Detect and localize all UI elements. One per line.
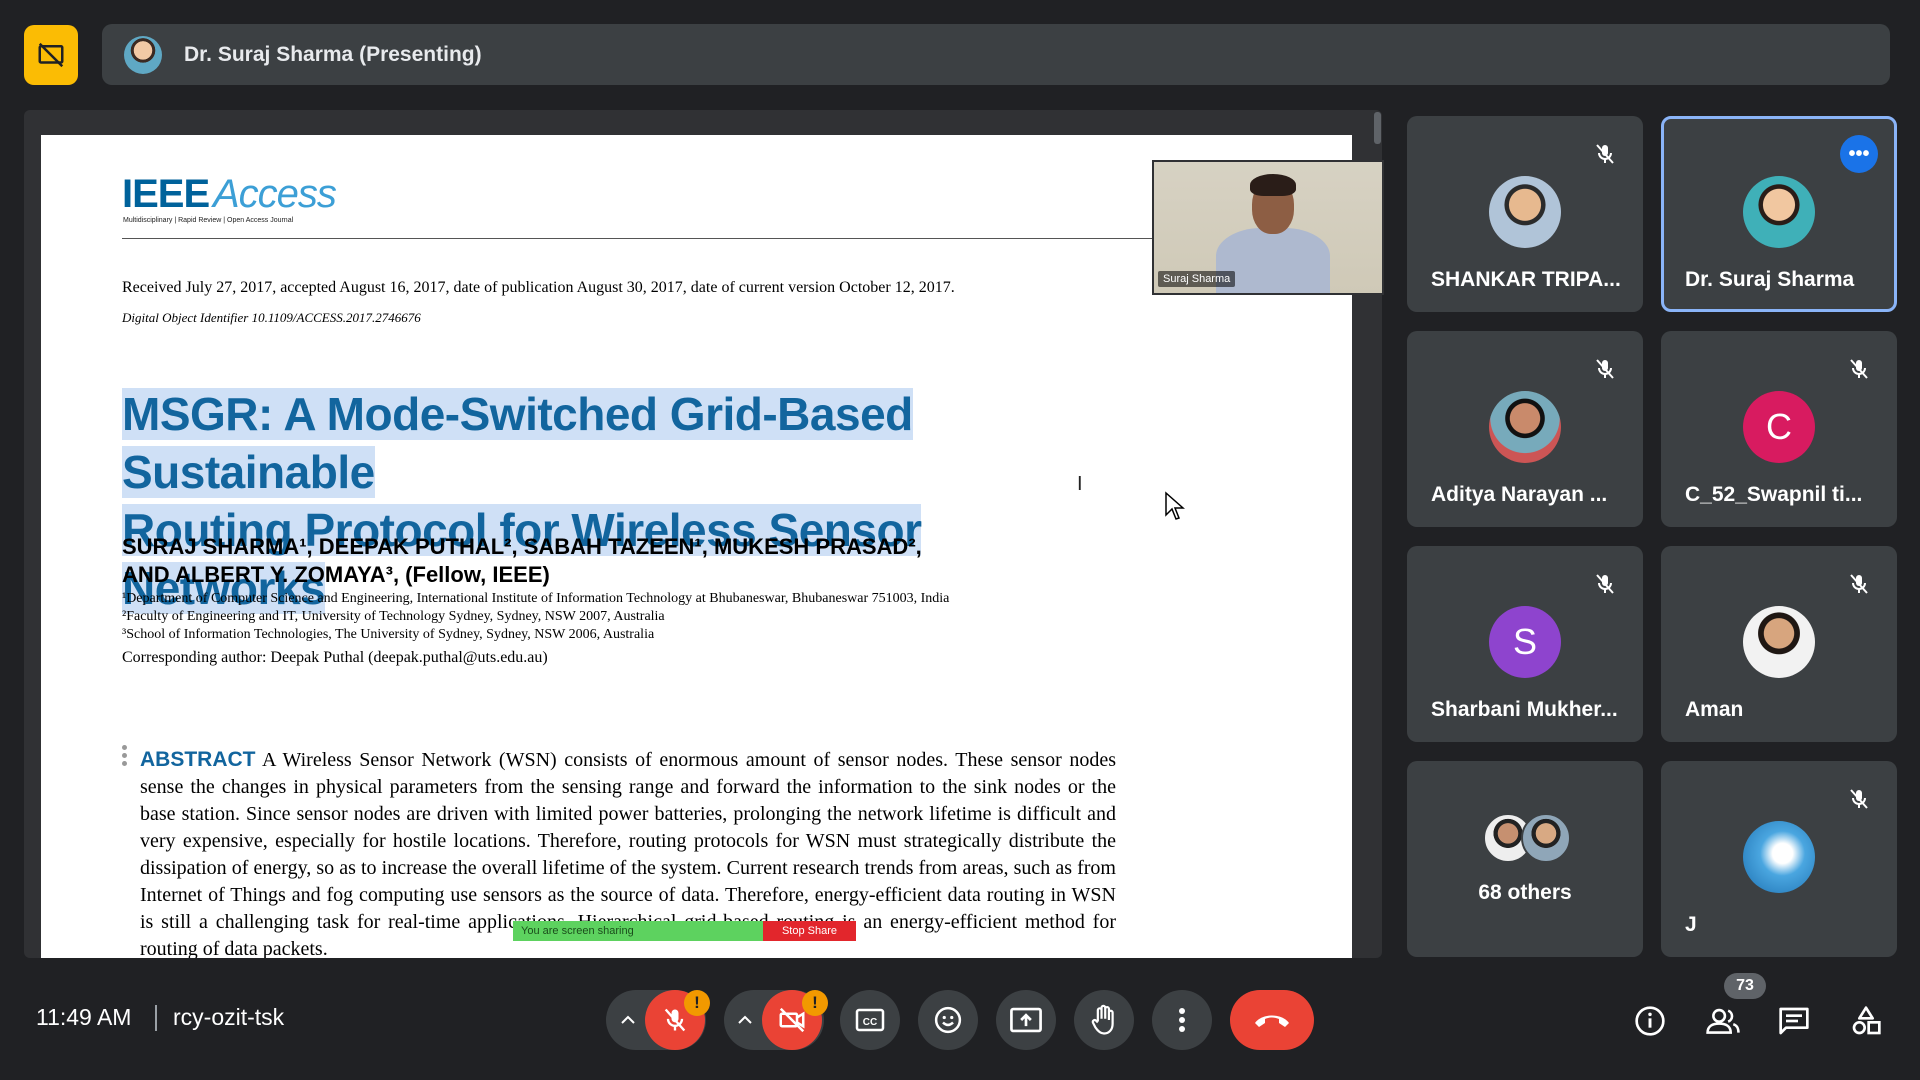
- received-dates: Received July 27, 2017, accepted August …: [122, 279, 955, 296]
- presentation-off-icon: [38, 42, 64, 68]
- divider: [155, 1005, 157, 1031]
- people-button[interactable]: [1702, 1000, 1744, 1042]
- present-screen-icon: [1010, 1007, 1042, 1033]
- divider: [122, 238, 1232, 239]
- title-line-1: MSGR: A Mode-Switched Grid-Based Sustain…: [122, 388, 913, 498]
- more-options-button[interactable]: •••: [1840, 135, 1878, 173]
- meeting-code: rcy-ozit-tsk: [173, 1004, 285, 1030]
- chevron-up-icon[interactable]: [735, 1010, 755, 1030]
- more-options-button[interactable]: [1152, 990, 1212, 1050]
- svg-text:CC: CC: [863, 1017, 877, 1028]
- participant-count-badge: 73: [1724, 973, 1766, 999]
- mic-warning-badge: !: [684, 990, 710, 1016]
- raise-hand-button[interactable]: [1074, 990, 1134, 1050]
- reactions-button[interactable]: [918, 990, 978, 1050]
- doi: Digital Object Identifier 10.1109/ACCESS…: [122, 310, 421, 325]
- screen-share-bar: You are screen sharing Stop Share: [513, 921, 856, 941]
- more-vert-icon: [1179, 1008, 1185, 1032]
- end-call-icon: [1255, 1015, 1289, 1027]
- authors-line-2: AND ALBERT Y. ZOMAYA³, (Fellow, IEEE): [122, 562, 550, 587]
- participant-tile[interactable]: ••• Dr. Suraj Sharma: [1661, 116, 1897, 312]
- participant-name: C_52_Swapnil ti...: [1685, 483, 1863, 506]
- mic-off-icon: [1850, 359, 1868, 379]
- meeting-details-button[interactable]: [1629, 1000, 1671, 1042]
- video-person-hair: [1250, 174, 1296, 196]
- stop-presenting-button[interactable]: [24, 25, 78, 85]
- avatar-initial: S: [1489, 606, 1561, 678]
- affiliation: ²Faculty of Engineering and IT, Universi…: [122, 609, 665, 624]
- logo-ieee: IEEE: [122, 172, 210, 216]
- camera-off-icon: [779, 1007, 805, 1033]
- participant-tile[interactable]: C C_52_Swapnil ti...: [1661, 331, 1897, 527]
- camera-warning-badge: !: [802, 990, 828, 1016]
- mic-off-icon: [1596, 574, 1614, 594]
- affiliation: ³School of Information Technologies, The…: [122, 627, 655, 642]
- emoji-icon: [934, 1006, 962, 1034]
- avatar-initial: C: [1743, 391, 1815, 463]
- sharing-indicator: You are screen sharing: [513, 921, 763, 941]
- mic-off-icon: [1596, 359, 1614, 379]
- presenter-avatar: [124, 35, 162, 74]
- avatar: [1489, 176, 1561, 248]
- avatar: [1743, 606, 1815, 678]
- self-view-label: Suraj Sharma: [1158, 271, 1236, 287]
- mic-off-icon: [1596, 144, 1614, 164]
- mouse-pointer-icon: [1165, 491, 1185, 520]
- participant-tile[interactable]: Aman: [1661, 546, 1897, 742]
- logo-tagline: Multidisciplinary | Rapid Review | Open …: [123, 217, 294, 224]
- participant-tile[interactable]: Aditya Narayan ...: [1407, 331, 1643, 527]
- mic-off-icon: [1850, 574, 1868, 594]
- self-view-video[interactable]: Suraj Sharma: [1152, 160, 1384, 295]
- closed-captions-icon: CC: [855, 1008, 885, 1032]
- hand-icon: [1091, 1004, 1114, 1035]
- chat-button[interactable]: [1773, 1000, 1815, 1042]
- activities-button[interactable]: [1845, 1000, 1887, 1042]
- captions-button[interactable]: CC: [840, 990, 900, 1050]
- participant-name: Aman: [1685, 698, 1744, 721]
- drag-handle-icon: [122, 745, 127, 769]
- shapes-icon: [1852, 1006, 1881, 1035]
- mic-off-icon: [1850, 789, 1868, 809]
- participant-tile[interactable]: SHANKAR TRIPA...: [1407, 116, 1643, 312]
- participant-name: 68 others: [1478, 881, 1572, 904]
- info-icon: [1635, 1006, 1665, 1036]
- stop-share-button[interactable]: Stop Share: [763, 921, 856, 941]
- participant-tile[interactable]: J: [1661, 761, 1897, 957]
- authors: SURAJ SHARMA¹, DEEPAK PUTHAL², SABAH TAZ…: [122, 533, 922, 589]
- presenter-banner: Dr. Suraj Sharma (Presenting): [102, 24, 1890, 85]
- authors-line-1: SURAJ SHARMA¹, DEEPAK PUTHAL², SABAH TAZ…: [122, 534, 922, 559]
- abstract-heading: ABSTRACT: [140, 748, 256, 771]
- text-cursor-icon: I: [1077, 473, 1083, 495]
- affiliation: ¹Department of Computer Science and Engi…: [122, 591, 950, 606]
- avatar: [1743, 176, 1815, 248]
- participant-name: Sharbani Mukher...: [1431, 698, 1618, 721]
- logo-access: Access: [213, 172, 337, 216]
- avatar: [1489, 391, 1561, 463]
- leave-call-button[interactable]: [1230, 990, 1314, 1050]
- participant-name: Aditya Narayan ...: [1431, 483, 1608, 506]
- clock: 11:49 AM: [36, 1004, 132, 1030]
- mic-off-icon: [664, 1008, 686, 1032]
- participant-name: SHANKAR TRIPA...: [1431, 268, 1621, 291]
- participant-name: J: [1685, 913, 1697, 936]
- presenter-label: Dr. Suraj Sharma (Presenting): [184, 42, 482, 66]
- avatar: [1521, 813, 1571, 863]
- present-now-button[interactable]: [996, 990, 1056, 1050]
- chevron-up-icon[interactable]: [618, 1010, 638, 1030]
- corresponding-author: Corresponding author: Deepak Puthal (dee…: [122, 649, 548, 666]
- participant-tile[interactable]: S Sharbani Mukher...: [1407, 546, 1643, 742]
- affiliations: ¹Department of Computer Science and Engi…: [122, 590, 949, 644]
- participant-tile-others[interactable]: 68 others: [1407, 761, 1643, 957]
- stop-share-label: Stop Share: [781, 925, 838, 937]
- participant-name: Dr. Suraj Sharma: [1685, 268, 1855, 291]
- scrollbar[interactable]: [1374, 112, 1381, 144]
- people-icon: [1706, 1008, 1740, 1034]
- sharing-text: You are screen sharing: [521, 925, 634, 937]
- avatar: [1743, 821, 1815, 893]
- chat-icon: [1779, 1007, 1809, 1035]
